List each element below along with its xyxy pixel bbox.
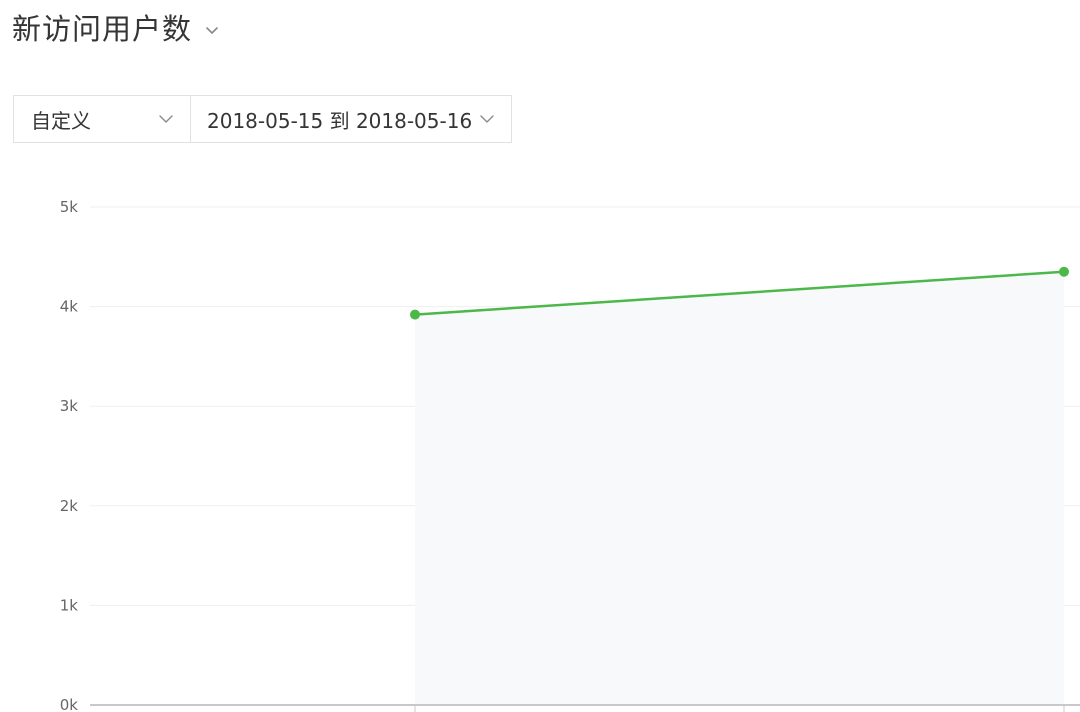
y-tick-label: 2k — [60, 497, 79, 515]
page: 0k 1k 2k 3k 4k 5k 新访问用户数 自定义 2018-05-15 到 201… — [0, 0, 1080, 712]
date-range-value: 2018-05-15 到 2018-05-16 — [207, 108, 473, 133]
range-type-value: 自定义 — [31, 108, 91, 133]
series-area — [415, 271, 1064, 705]
data-point — [410, 309, 420, 320]
y-tick-label: 4k — [60, 298, 79, 316]
chevron-down-icon — [206, 27, 218, 34]
y-tick-label: 3k — [60, 397, 79, 415]
data-point — [1059, 266, 1069, 277]
filter-controls: 自定义 2018-05-15 到 2018-05-16 — [13, 95, 512, 143]
y-tick-label: 1k — [60, 596, 79, 614]
chevron-down-icon — [480, 115, 494, 123]
page-title: 新访问用户数 — [12, 12, 193, 46]
chevron-down-icon — [159, 115, 173, 123]
date-range-picker[interactable]: 2018-05-15 到 2018-05-16 — [190, 95, 512, 143]
y-tick-label: 0k — [60, 696, 79, 712]
y-tick-label: 5k — [60, 198, 79, 216]
metric-title-selector[interactable]: 新访问用户数 — [12, 6, 220, 48]
range-type-select[interactable]: 自定义 — [13, 95, 191, 143]
